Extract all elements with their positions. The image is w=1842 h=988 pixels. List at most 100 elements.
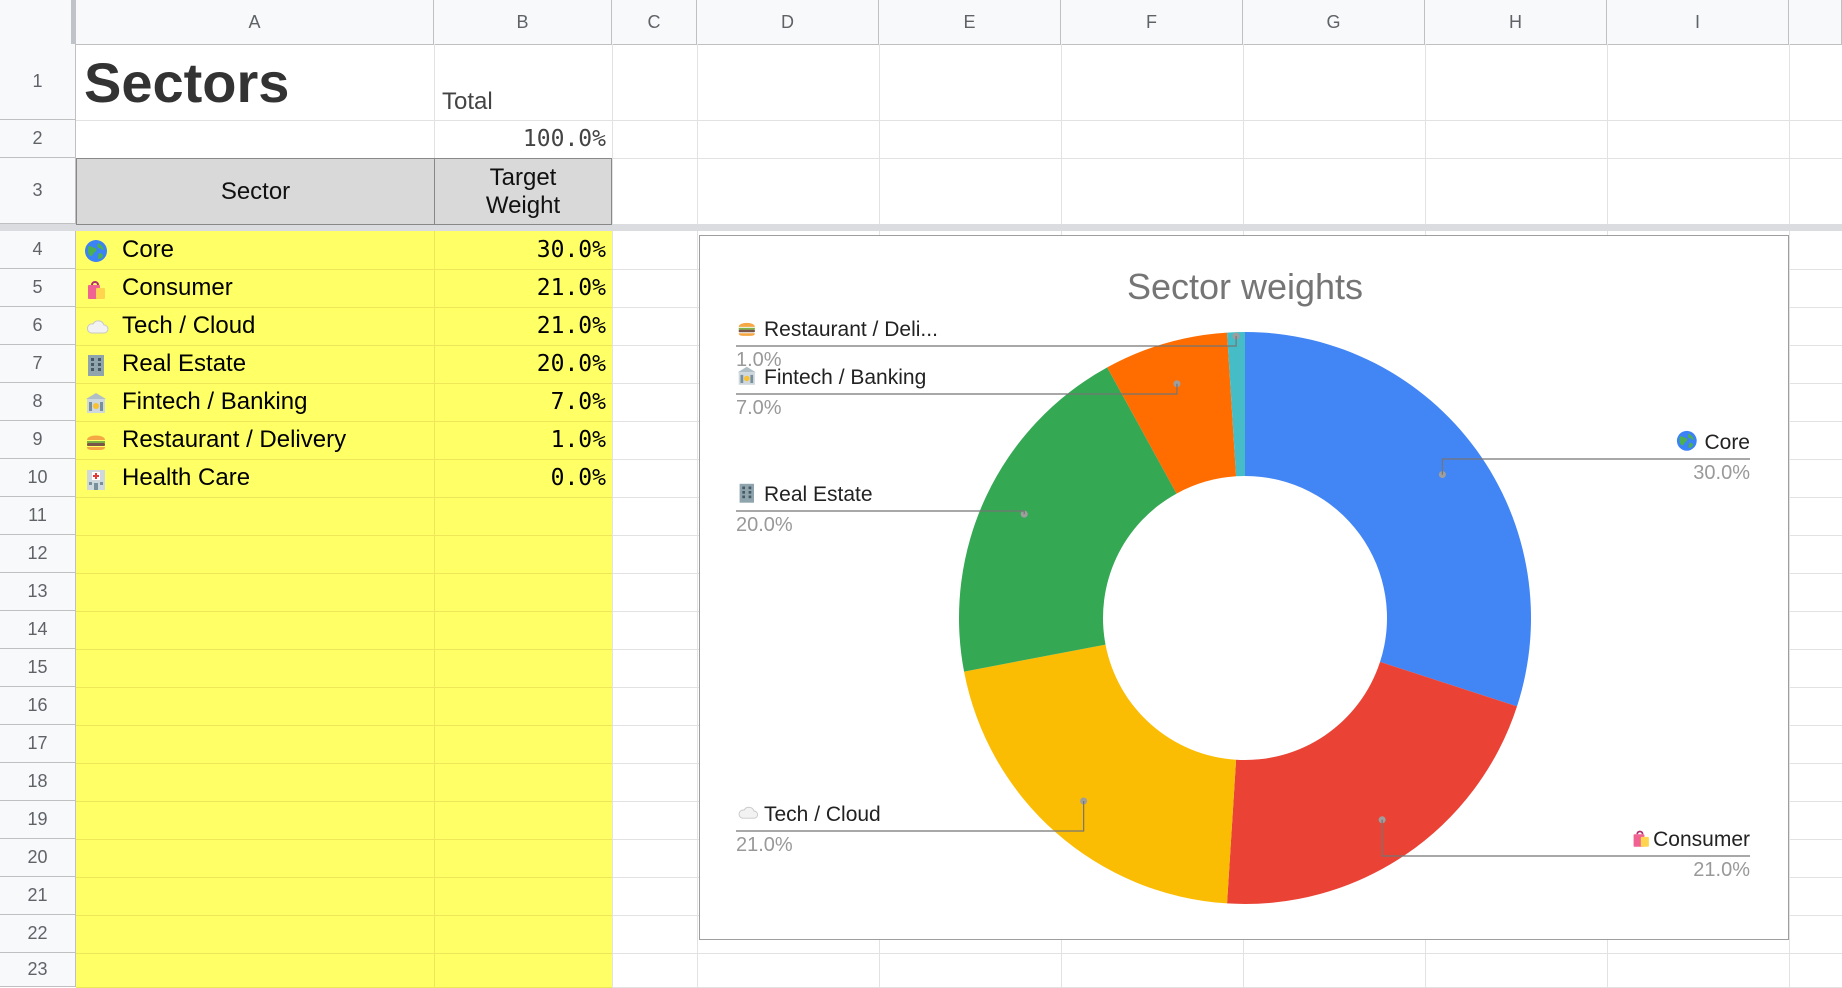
row-header-6[interactable]: 6 <box>0 307 76 345</box>
sector-name: Real Estate <box>122 350 247 377</box>
sector-name: Consumer <box>122 274 233 301</box>
column-header-b[interactable]: B <box>434 0 612 44</box>
sector-weight-cell[interactable]: 21.0% <box>434 307 612 345</box>
row-header-21[interactable]: 21 <box>0 877 76 915</box>
row-header-1[interactable]: 1 <box>0 44 76 120</box>
column-header-g[interactable]: G <box>1243 0 1425 44</box>
slice-consumer[interactable] <box>1227 661 1518 905</box>
sector-weight-cell[interactable]: 7.0% <box>434 383 612 421</box>
row-header-19[interactable]: 19 <box>0 801 76 839</box>
cloud-icon <box>738 806 759 819</box>
row-header-9[interactable]: 9 <box>0 421 76 459</box>
column-header-i[interactable]: I <box>1607 0 1789 44</box>
total-value: 100.0% <box>522 126 606 152</box>
row-header-18[interactable]: 18 <box>0 763 76 801</box>
slice-core[interactable] <box>1245 332 1531 707</box>
sector-weight: 30.0% <box>536 237 606 263</box>
slice-percentage: 1.0% <box>736 349 782 371</box>
highlight-row-line <box>76 915 612 916</box>
sector-name-cell[interactable]: Consumer <box>76 269 434 307</box>
sector-header-cell[interactable]: Sector <box>76 158 435 225</box>
sheet-title: Sectors <box>84 50 290 114</box>
target-weight-header-line1: Target <box>489 163 557 191</box>
highlight-row-line <box>76 839 612 840</box>
sector-name: Health Care <box>122 464 251 491</box>
highlight-row-line <box>76 877 612 878</box>
row-header-17[interactable]: 17 <box>0 725 76 763</box>
shopping-bags-icon <box>84 277 110 299</box>
sector-name-cell[interactable]: Real Estate <box>76 345 434 383</box>
row-header-15[interactable]: 15 <box>0 649 76 687</box>
row-header-13[interactable]: 13 <box>0 573 76 611</box>
highlight-row-line <box>76 763 612 764</box>
sector-name-cell[interactable]: Tech / Cloud <box>76 307 434 345</box>
highlight-row-line <box>76 953 612 954</box>
slice-label: Restaurant / Deli... <box>764 318 938 341</box>
highlight-row-line <box>76 687 612 688</box>
column-header-e[interactable]: E <box>879 0 1061 44</box>
sector-name-cell[interactable]: Health Care <box>76 459 434 497</box>
office-building-icon <box>739 483 754 503</box>
frozen-rows-divider[interactable] <box>0 224 1842 231</box>
row-header-3[interactable]: 3 <box>0 158 76 224</box>
target-weight-header-cell[interactable]: Target Weight <box>434 158 612 225</box>
column-header-f[interactable]: F <box>1061 0 1243 44</box>
office-building-icon <box>84 353 110 376</box>
column-header-h[interactable]: H <box>1425 0 1607 44</box>
row-header-14[interactable]: 14 <box>0 611 76 649</box>
highlight-row-line <box>76 573 612 574</box>
select-all-corner[interactable] <box>0 0 76 44</box>
slice-label: Tech / Cloud <box>764 803 881 826</box>
row-header-10[interactable]: 10 <box>0 459 76 497</box>
column-header-c[interactable]: C <box>612 0 697 44</box>
total-label-cell[interactable]: Total <box>434 44 612 120</box>
slice-tech-cloud[interactable] <box>964 644 1237 904</box>
spreadsheet-grid: ABCDEFGHI 1 2 3 4 5 6 7 8 9 10 11 12 13 14 15 16 17 18 19 2… <box>0 0 1842 988</box>
globe-icon <box>84 239 110 262</box>
row-header-8[interactable]: 8 <box>0 383 76 421</box>
row-header-12[interactable]: 12 <box>0 535 76 573</box>
slice-percentage: 7.0% <box>736 397 782 419</box>
sheet-title-cell[interactable]: Sectors <box>76 44 434 120</box>
sector-weights-chart[interactable]: Sector weights Core 30.0% Consumer 21.0% Tec… <box>699 235 1789 940</box>
row-header-11[interactable]: 11 <box>0 497 76 535</box>
donut-chart-svg: Sector weights Core 30.0% Consumer 21.0% Tec… <box>736 266 1750 905</box>
sector-weight: 0.0% <box>550 465 606 491</box>
row-header-4[interactable]: 4 <box>0 231 76 269</box>
sector-weight-cell[interactable]: 1.0% <box>434 421 612 459</box>
sector-name-cell[interactable]: Core <box>76 231 434 269</box>
column-header-overflow <box>1789 0 1842 44</box>
sector-name: Tech / Cloud <box>122 312 256 339</box>
column-header-d[interactable]: D <box>697 0 879 44</box>
highlight-row-line <box>76 725 612 726</box>
row-header-16[interactable]: 16 <box>0 687 76 725</box>
total-value-cell[interactable]: 100.0% <box>434 120 612 158</box>
slice-percentage: 30.0% <box>1693 462 1750 484</box>
sector-weight-cell[interactable]: 21.0% <box>434 269 612 307</box>
sector-weight-cell[interactable]: 30.0% <box>434 231 612 269</box>
sector-name-cell[interactable]: Fintech / Banking <box>76 383 434 421</box>
hamburger-icon <box>738 322 755 336</box>
hamburger-icon <box>84 429 110 451</box>
row-header-23[interactable]: 23 <box>0 953 76 987</box>
row-header-2[interactable]: 2 <box>0 120 76 158</box>
slice-label: Fintech / Banking <box>764 366 926 389</box>
slice-label: Real Estate <box>764 483 873 506</box>
bank-icon <box>84 391 110 413</box>
row-header-20[interactable]: 20 <box>0 839 76 877</box>
sector-weight: 21.0% <box>536 275 606 301</box>
row-header-5[interactable]: 5 <box>0 269 76 307</box>
sector-weight: 20.0% <box>536 351 606 377</box>
sector-weight-cell[interactable]: 0.0% <box>434 459 612 497</box>
sector-name-cell[interactable]: Restaurant / Delivery <box>76 421 434 459</box>
sector-weight: 7.0% <box>550 389 606 415</box>
slice-percentage: 21.0% <box>736 834 793 856</box>
column-header-a[interactable]: A <box>76 0 434 44</box>
slice-label: Core <box>1704 431 1750 454</box>
row-header-22[interactable]: 22 <box>0 915 76 953</box>
row-header-7[interactable]: 7 <box>0 345 76 383</box>
highlight-row-line <box>76 649 612 650</box>
shopping-bags-icon <box>1633 830 1649 847</box>
sector-weight-cell[interactable]: 20.0% <box>434 345 612 383</box>
grid-column-line <box>612 44 613 987</box>
